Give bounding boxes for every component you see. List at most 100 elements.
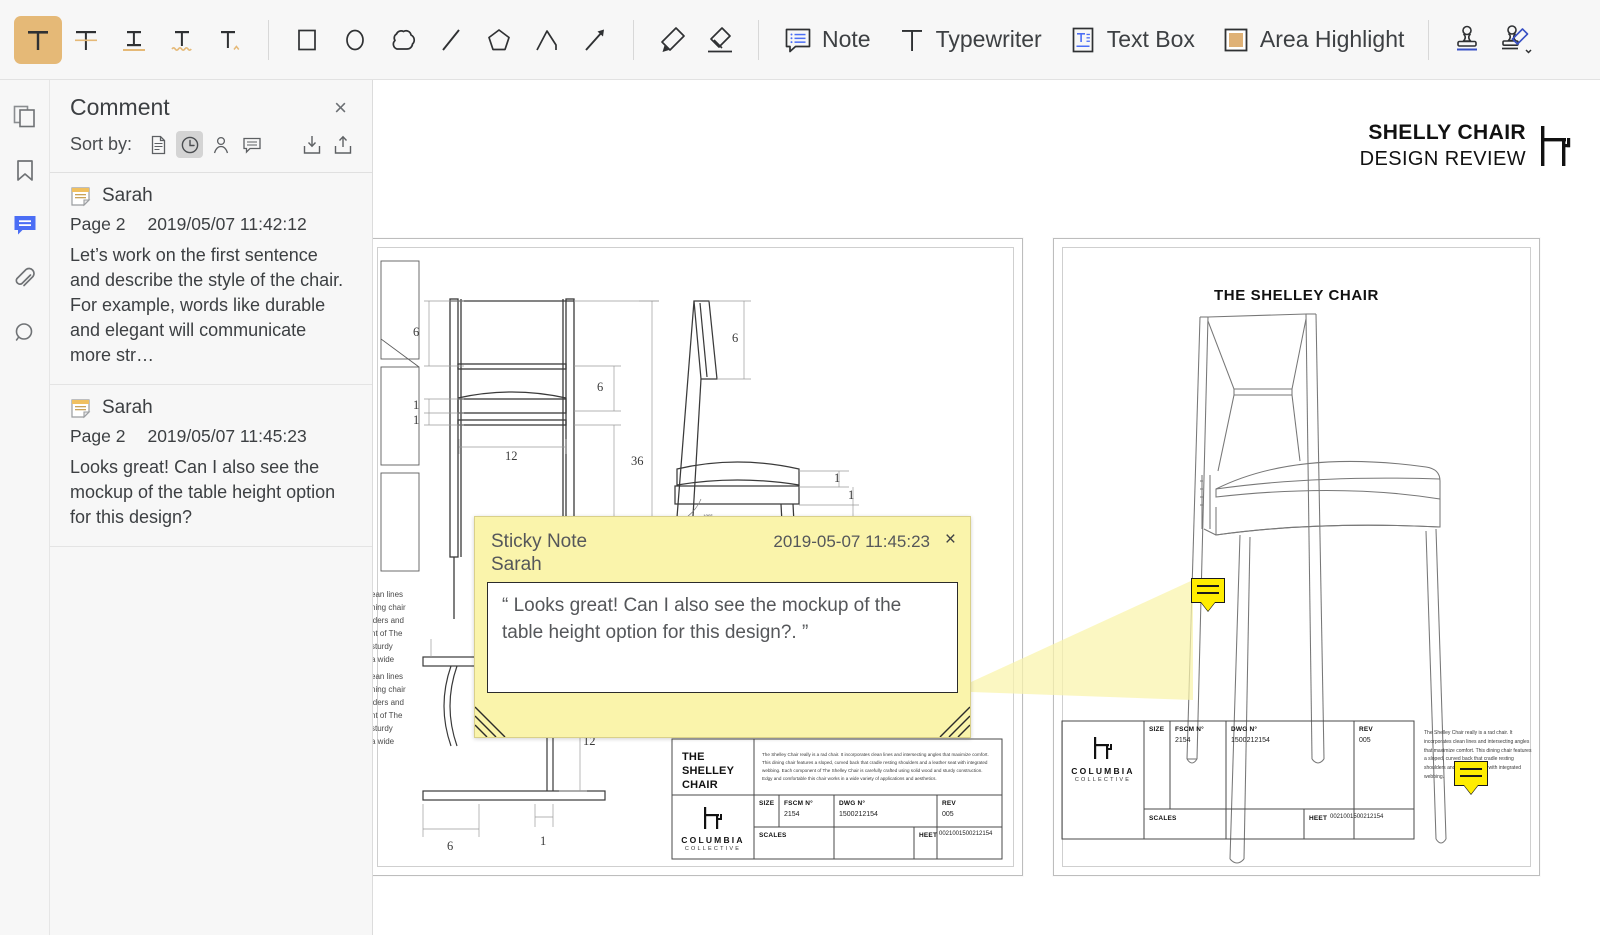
dimension-label: 36 — [631, 454, 644, 469]
polyline-icon — [532, 25, 562, 55]
sticky-marker-chair[interactable] — [1191, 578, 1225, 603]
clipped-line: a wide — [373, 654, 417, 667]
rev-label: REV — [942, 800, 956, 807]
note-icon — [783, 25, 813, 55]
arrow-icon — [580, 25, 610, 55]
sticky-note-popup[interactable]: Sticky Note Sarah 2019-05-07 11:45:23 × … — [474, 516, 971, 738]
sticky-marker-note[interactable] — [1454, 761, 1488, 786]
stamp-tool[interactable] — [1443, 16, 1491, 64]
sort-by-author[interactable] — [207, 131, 234, 158]
text-box-tool[interactable]: Text Box — [1058, 14, 1205, 66]
clipped-text-block-1: ean lines ning chair lders and nt of The… — [373, 589, 417, 667]
sidebar-rail — [0, 80, 50, 935]
document-header: SHELLY CHAIR DESIGN REVIEW — [1360, 120, 1572, 172]
typewriter-tool[interactable]: Typewriter — [887, 14, 1052, 66]
comment-icon — [12, 212, 38, 238]
dimension-label: 6 — [447, 839, 453, 854]
comment-body: Let’s work on the first sentence and des… — [70, 243, 352, 368]
resize-handle-left-icon[interactable] — [475, 701, 515, 737]
sort-by-time[interactable] — [176, 131, 203, 158]
text-strikeout-tool[interactable] — [62, 16, 110, 64]
toolbar-separator-4 — [1428, 20, 1429, 60]
sort-by-type[interactable] — [238, 131, 265, 158]
sidebar-item-comments[interactable] — [6, 206, 44, 244]
polygon-tool[interactable] — [475, 16, 523, 64]
scales-label: SCALES — [759, 832, 787, 839]
comment-body: Looks great! Can I also see the mockup o… — [70, 455, 352, 530]
dwg-label: DWG N° — [1231, 726, 1257, 733]
signature-tool[interactable] — [1491, 16, 1539, 64]
comment-author-row: Sarah — [70, 185, 352, 207]
text-squiggly-tool[interactable] — [158, 16, 206, 64]
text-box-tool-label: Text Box — [1107, 26, 1195, 53]
eraser-icon — [703, 24, 737, 56]
brand-sub: COLLECTIVE — [674, 846, 752, 852]
sticky-note-icon — [70, 398, 91, 419]
document-viewport[interactable]: SHELLY CHAIR DESIGN REVIEW — [373, 80, 1600, 935]
sticky-note-date: 2019-05-07 11:45:23 — [773, 532, 930, 552]
pencil-tool[interactable] — [648, 16, 696, 64]
dimension-label: 6 — [732, 331, 738, 346]
fscm-label: FSCM N° — [1175, 726, 1204, 733]
scales-label: SCALES — [1149, 815, 1177, 822]
resize-handle-right-icon[interactable] — [930, 701, 970, 737]
sheet-label: HEET — [1309, 815, 1327, 822]
export-comments-button[interactable] — [329, 131, 356, 158]
clipped-line: ning chair — [373, 684, 417, 697]
sort-by-label: Sort by: — [70, 134, 132, 155]
sidebar-item-thumbnails[interactable] — [6, 98, 44, 136]
line-tool[interactable] — [427, 16, 475, 64]
sort-by-page[interactable] — [145, 131, 172, 158]
sidebar-item-bookmarks[interactable] — [6, 152, 44, 190]
brand-chair-glyph-icon — [1091, 735, 1117, 761]
sticky-note-text[interactable]: “ Looks great! Can I also see the mockup… — [487, 582, 958, 693]
text-insert-tool[interactable] — [206, 16, 254, 64]
dimension-label: 1 — [413, 413, 419, 428]
list-item[interactable]: Sarah Page 2 2019/05/07 11:45:23 Looks g… — [50, 385, 372, 547]
area-highlight-tool[interactable]: Area Highlight — [1211, 14, 1414, 66]
clipped-line: sturdy — [373, 641, 417, 654]
typewriter-icon — [897, 25, 927, 55]
fscm-label: FSCM N° — [784, 800, 813, 807]
brand-name: COLUMBIA — [1064, 766, 1142, 776]
polyline-tool[interactable] — [523, 16, 571, 64]
rectangle-tool[interactable] — [283, 16, 331, 64]
cloud-tool[interactable] — [379, 16, 427, 64]
polygon-icon — [484, 25, 514, 55]
arrow-tool[interactable] — [571, 16, 619, 64]
clipped-line: a wide — [373, 736, 417, 749]
clipped-line: ean lines — [373, 589, 417, 602]
note-tool[interactable]: Note — [773, 14, 881, 66]
clipped-line: nt of The — [373, 710, 417, 723]
size-label: SIZE — [759, 800, 774, 807]
text-underline-tool[interactable] — [110, 16, 158, 64]
eraser-tool[interactable] — [696, 16, 744, 64]
comment-author: Sarah — [102, 185, 153, 207]
import-comments-button[interactable] — [298, 131, 325, 158]
sidebar-item-search[interactable] — [6, 314, 44, 352]
drawing-title: THE SHELLEY CHAIR — [682, 751, 748, 792]
text-strikeout-icon — [71, 25, 101, 55]
paperclip-icon — [12, 266, 38, 292]
rev-value: 005 — [1359, 737, 1371, 744]
comment-type-icon — [242, 135, 262, 155]
note-tool-label: Note — [822, 26, 871, 53]
brand-name: COLUMBIA — [674, 835, 752, 845]
close-panel-button[interactable]: × — [329, 95, 352, 121]
dimension-label: 1 — [540, 834, 546, 849]
text-underline-icon — [119, 25, 149, 55]
text-highlight-tool[interactable] — [14, 16, 62, 64]
sticky-note-icon — [70, 186, 91, 207]
close-sticky-note-button[interactable]: × — [945, 530, 956, 549]
clipped-line: sturdy — [373, 723, 417, 736]
ellipse-tool[interactable] — [331, 16, 379, 64]
sheet-value: 0021001500212154 — [939, 831, 992, 837]
sidebar-item-attachments[interactable] — [6, 260, 44, 298]
comment-author: Sarah — [102, 397, 153, 419]
sheet-value: 0021001500212154 — [1330, 814, 1383, 820]
fscm-value: 2154 — [1175, 737, 1191, 744]
comment-author-row: Sarah — [70, 397, 352, 419]
comment-date: 2019/05/07 11:45:23 — [147, 426, 306, 447]
list-item[interactable]: Sarah Page 2 2019/05/07 11:42:12 Let’s w… — [50, 173, 372, 385]
comment-page: Page 2 — [70, 214, 125, 235]
